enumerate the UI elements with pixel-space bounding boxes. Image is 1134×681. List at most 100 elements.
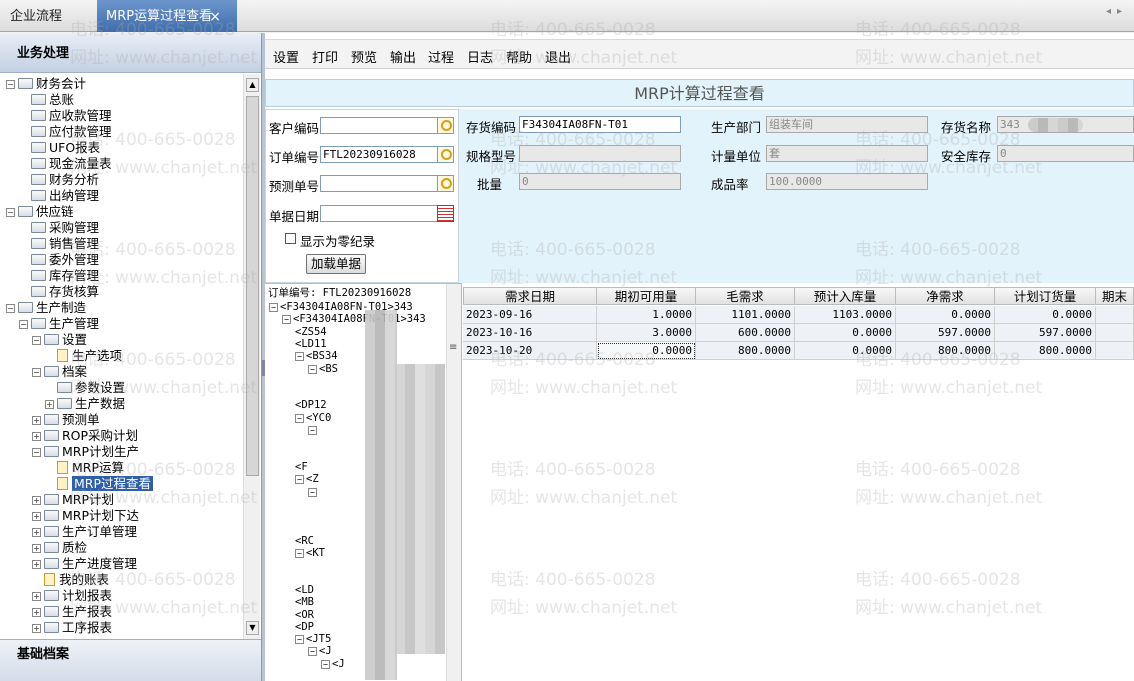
table-cell[interactable] bbox=[1096, 342, 1134, 360]
collapse-icon[interactable]: − bbox=[295, 549, 304, 558]
table-cell[interactable]: 0.0000 bbox=[795, 342, 896, 360]
nav-item[interactable]: 生产选项 bbox=[45, 348, 122, 364]
menu-item[interactable]: 过程 bbox=[428, 47, 454, 66]
table-cell[interactable]: 2023-10-20 bbox=[463, 342, 597, 360]
table-cell[interactable]: 0.0000 bbox=[995, 306, 1096, 324]
doc-date-input[interactable] bbox=[320, 205, 438, 222]
tab-scroll-arrows[interactable]: ◂▸ bbox=[1106, 6, 1128, 17]
table-cell[interactable] bbox=[1096, 306, 1134, 324]
nav-item[interactable]: 应收款管理 bbox=[19, 108, 112, 124]
nav-item[interactable]: + 计划报表 bbox=[32, 588, 112, 604]
menu-item[interactable]: 帮助 bbox=[506, 47, 532, 66]
load-document-button[interactable]: 加载单据 bbox=[306, 254, 366, 274]
collapse-icon[interactable]: − bbox=[295, 413, 304, 423]
bom-tree-root[interactable]: 订单编号: FTL20230916028 bbox=[268, 286, 411, 300]
expand-icon[interactable]: + bbox=[32, 496, 41, 505]
bom-tree-node[interactable]: − bbox=[308, 423, 319, 437]
table-cell[interactable]: 0.0000 bbox=[597, 342, 696, 360]
expand-icon[interactable]: + bbox=[32, 624, 41, 633]
calendar-icon[interactable] bbox=[437, 205, 454, 222]
table-cell[interactable]: 1101.0000 bbox=[696, 306, 795, 324]
menu-item[interactable]: 设置 bbox=[273, 47, 299, 66]
table-cell[interactable]: 0.0000 bbox=[896, 306, 995, 324]
nav-item[interactable]: + 工序报表 bbox=[32, 620, 112, 636]
nav-item[interactable]: + MRP计划下达 bbox=[32, 508, 139, 524]
expand-icon[interactable]: + bbox=[32, 416, 41, 425]
table-cell[interactable]: 600.0000 bbox=[696, 324, 795, 342]
table-cell[interactable]: 2023-09-16 bbox=[463, 306, 597, 324]
expand-icon[interactable]: + bbox=[32, 544, 41, 553]
nav-item[interactable]: MRP运算 bbox=[45, 460, 124, 476]
table-cell[interactable]: 597.0000 bbox=[995, 324, 1096, 342]
table-cell[interactable] bbox=[1096, 324, 1134, 342]
forecast-lookup-icon[interactable] bbox=[437, 175, 454, 192]
scroll-thumb[interactable] bbox=[246, 96, 259, 476]
nav-item[interactable]: − 生产管理 bbox=[19, 316, 99, 332]
nav-item[interactable]: 销售管理 bbox=[19, 236, 99, 252]
collapse-icon[interactable]: − bbox=[295, 635, 304, 645]
column-header[interactable]: 计划订货量 bbox=[995, 287, 1096, 305]
nav-item[interactable]: 参数设置 bbox=[45, 380, 125, 396]
table-cell[interactable]: 1103.0000 bbox=[795, 306, 896, 324]
collapse-icon[interactable]: − bbox=[308, 426, 317, 435]
collapse-icon[interactable]: − bbox=[321, 659, 330, 669]
scroll-down-icon[interactable]: ▼ bbox=[246, 621, 259, 635]
nav-item[interactable]: + 生产报表 bbox=[32, 604, 112, 620]
collapse-icon[interactable]: − bbox=[308, 487, 317, 497]
collapse-icon[interactable]: − bbox=[308, 364, 317, 374]
collapse-icon[interactable]: − bbox=[6, 80, 15, 89]
collapse-icon[interactable]: − bbox=[282, 315, 291, 325]
nav-item[interactable]: MRP过程查看 bbox=[45, 476, 154, 492]
scroll-grip-icon[interactable]: ≡ bbox=[449, 342, 457, 353]
nav-item[interactable]: − 设置 bbox=[32, 332, 87, 348]
nav-item[interactable]: − MRP计划生产 bbox=[32, 444, 139, 460]
nav-item[interactable]: + 预测单 bbox=[32, 412, 100, 428]
nav-scrollbar[interactable]: ▲ ▼ bbox=[243, 74, 260, 639]
menu-item[interactable]: 打印 bbox=[312, 47, 338, 66]
forecast-no-input[interactable] bbox=[320, 175, 438, 192]
nav-item[interactable]: 库存管理 bbox=[19, 268, 99, 284]
menu-item[interactable]: 输出 bbox=[390, 47, 416, 66]
column-header[interactable]: 预计入库量 bbox=[795, 287, 896, 305]
table-cell[interactable]: 800.0000 bbox=[696, 342, 795, 360]
nav-item[interactable]: + MRP计划 bbox=[32, 492, 114, 508]
nav-item[interactable]: 委外管理 bbox=[19, 252, 99, 268]
nav-item[interactable]: + 生产数据 bbox=[45, 396, 125, 412]
collapse-icon[interactable]: − bbox=[32, 448, 41, 457]
bom-tree-node[interactable]: − <BS bbox=[308, 362, 338, 376]
collapse-icon[interactable]: − bbox=[308, 647, 317, 657]
bom-tree-scrollbar[interactable]: ≡ bbox=[446, 284, 461, 681]
table-cell[interactable]: 800.0000 bbox=[995, 342, 1096, 360]
expand-icon[interactable]: + bbox=[32, 512, 41, 521]
show-zero-checkbox[interactable] bbox=[285, 233, 296, 244]
table-cell[interactable]: 0.0000 bbox=[795, 324, 896, 342]
expand-icon[interactable]: + bbox=[32, 432, 41, 441]
expand-icon[interactable]: + bbox=[32, 560, 41, 569]
nav-item[interactable]: 我的账表 bbox=[32, 572, 109, 588]
collapse-icon[interactable]: − bbox=[6, 208, 15, 217]
nav-item[interactable]: 财务分析 bbox=[19, 172, 99, 188]
expand-icon[interactable]: + bbox=[32, 592, 41, 601]
nav-item[interactable]: + 生产进度管理 bbox=[32, 556, 137, 572]
tab-mrp-process-view[interactable]: MRP运算过程查看 × bbox=[97, 0, 237, 32]
table-cell[interactable]: 2023-10-16 bbox=[463, 324, 597, 342]
order-lookup-icon[interactable] bbox=[437, 146, 454, 163]
bom-tree-node[interactable]: − <KT bbox=[295, 546, 325, 560]
table-cell[interactable]: 597.0000 bbox=[896, 324, 995, 342]
expand-icon[interactable]: + bbox=[45, 400, 54, 409]
collapse-icon[interactable]: − bbox=[269, 303, 278, 312]
expand-icon[interactable]: + bbox=[32, 528, 41, 537]
menu-item[interactable]: 退出 bbox=[545, 47, 571, 66]
customer-code-input[interactable] bbox=[320, 117, 438, 134]
collapse-icon[interactable]: − bbox=[295, 352, 304, 362]
nav-item[interactable]: − 财务会计 bbox=[6, 76, 86, 92]
nav-footer-basic-archives[interactable]: 基础档案 bbox=[0, 639, 261, 681]
close-icon[interactable]: × bbox=[209, 0, 221, 34]
nav-item[interactable]: − 档案 bbox=[32, 364, 87, 380]
nav-header[interactable]: 业务处理 bbox=[0, 33, 261, 73]
nav-item[interactable]: 采购管理 bbox=[19, 220, 99, 236]
nav-item[interactable]: 总账 bbox=[19, 92, 74, 108]
nav-item[interactable]: + 生产订单管理 bbox=[32, 524, 137, 540]
table-cell[interactable]: 800.0000 bbox=[896, 342, 995, 360]
collapse-icon[interactable]: − bbox=[6, 304, 15, 313]
